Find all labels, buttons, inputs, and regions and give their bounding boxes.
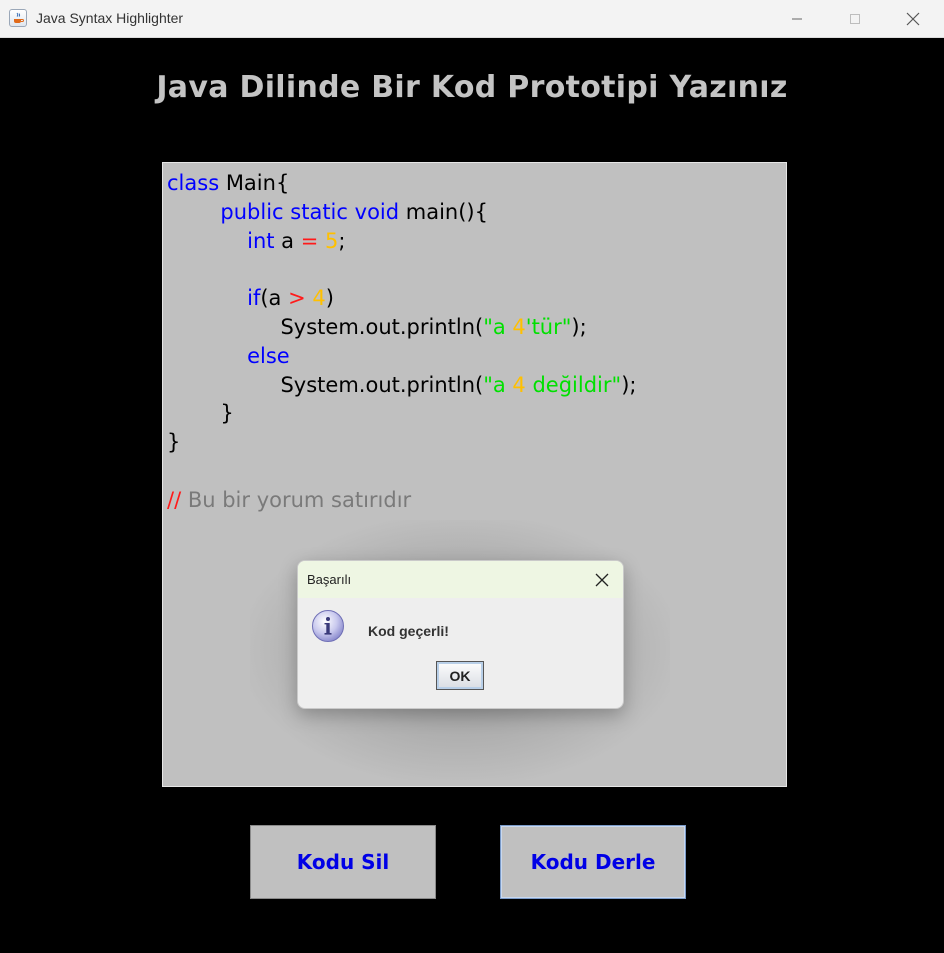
code-token: // bbox=[167, 488, 182, 512]
code-token: = bbox=[300, 229, 319, 253]
code-token: } bbox=[167, 430, 181, 454]
code-token: 4 bbox=[512, 315, 526, 339]
code-token: 'tür" bbox=[525, 315, 572, 339]
java-app-icon bbox=[9, 9, 27, 27]
close-icon bbox=[595, 573, 609, 587]
maximize-icon bbox=[850, 14, 860, 24]
code-token: System.out.println( bbox=[167, 373, 484, 397]
code-token: else bbox=[247, 344, 290, 368]
info-icon bbox=[311, 609, 345, 643]
minimize-button[interactable] bbox=[768, 0, 826, 38]
maximize-button[interactable] bbox=[826, 0, 884, 38]
code-line: public static void main(){ bbox=[167, 198, 488, 226]
code-token: System.out.println( bbox=[167, 315, 484, 339]
dialog-close-button[interactable] bbox=[592, 570, 612, 590]
code-token: ) bbox=[325, 286, 334, 310]
code-token: void bbox=[354, 200, 400, 224]
clear-code-button[interactable]: Kodu Sil bbox=[250, 825, 436, 899]
dialog-titlebar: Başarılı bbox=[298, 561, 623, 598]
code-token: if bbox=[247, 286, 261, 310]
code-line: } bbox=[167, 399, 234, 427]
code-line: } bbox=[167, 428, 180, 456]
code-line: System.out.println("a 4 değildir"); bbox=[167, 371, 636, 399]
code-line: int a = 5; bbox=[167, 227, 345, 255]
code-token: Main{ bbox=[219, 171, 290, 195]
code-token: int bbox=[247, 229, 275, 253]
code-line: class Main{ bbox=[167, 169, 289, 197]
close-window-button[interactable] bbox=[884, 0, 942, 38]
code-token: 5 bbox=[325, 229, 339, 253]
code-token: 4 bbox=[512, 373, 526, 397]
code-token: a bbox=[274, 229, 301, 253]
code-token: (a bbox=[260, 286, 289, 310]
ok-button[interactable]: OK bbox=[436, 661, 484, 690]
code-token: class bbox=[167, 171, 220, 195]
page-title: Java Dilinde Bir Kod Prototipi Yazınız bbox=[156, 70, 788, 105]
code-token: "a bbox=[483, 373, 513, 397]
code-token: ); bbox=[621, 373, 637, 397]
code-token: static bbox=[290, 200, 348, 224]
code-token: Bu bir yorum satırıdır bbox=[181, 488, 412, 512]
code-line: // Bu bir yorum satırıdır bbox=[167, 486, 411, 514]
minimize-icon bbox=[792, 18, 802, 20]
code-token: "a bbox=[483, 315, 513, 339]
code-line: System.out.println("a 4'tür"); bbox=[167, 313, 587, 341]
code-token: main(){ bbox=[399, 200, 488, 224]
code-token: değildir" bbox=[525, 373, 622, 397]
success-dialog: Başarılı Kod geçerli! OK bbox=[297, 560, 624, 709]
code-line: else bbox=[167, 342, 290, 370]
code-token: 4 bbox=[312, 286, 326, 310]
code-token: ); bbox=[571, 315, 587, 339]
compile-code-button[interactable]: Kodu Derle bbox=[500, 825, 686, 899]
dialog-message: Kod geçerli! bbox=[368, 623, 449, 639]
code-line: if(a > 4) bbox=[167, 284, 334, 312]
code-token: > bbox=[288, 286, 306, 310]
window-title: Java Syntax Highlighter bbox=[36, 10, 184, 26]
code-token: } bbox=[167, 401, 234, 425]
close-icon bbox=[906, 12, 920, 26]
dialog-title: Başarılı bbox=[307, 572, 352, 587]
code-token: ; bbox=[338, 229, 346, 253]
window-titlebar: Java Syntax Highlighter bbox=[0, 0, 944, 38]
code-token: public bbox=[220, 200, 284, 224]
